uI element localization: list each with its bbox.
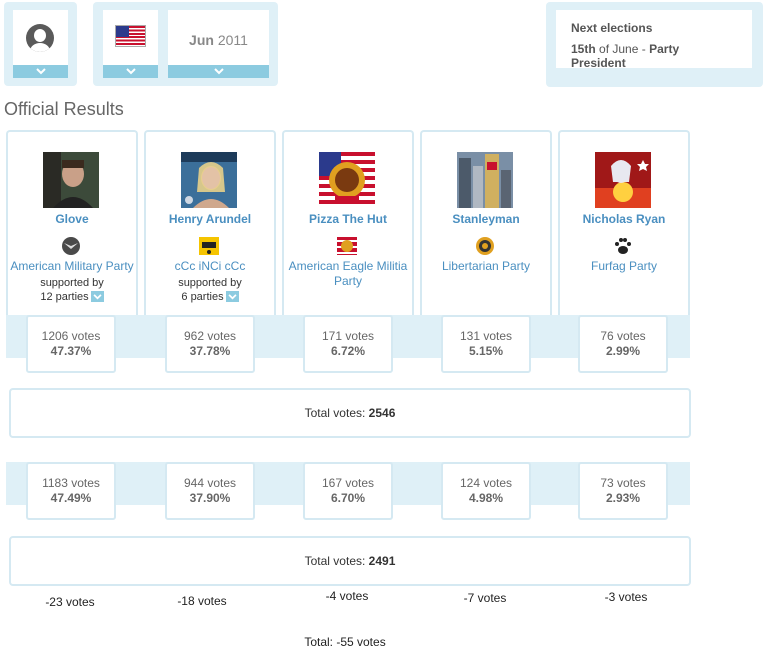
party-logo[interactable] (474, 236, 496, 256)
country-filter[interactable] (103, 10, 158, 78)
second-vote-box: 167 votes 6.70% (303, 462, 393, 520)
country-dropdown-button[interactable] (103, 65, 158, 78)
vote-difference: -23 votes (45, 595, 95, 609)
supported-by: supported by 6 parties (178, 277, 242, 303)
official-vote-box: 76 votes 2.99% (578, 315, 668, 373)
candidate-card: Nicholas Ryan Furfag Party (558, 130, 690, 315)
second-vote-box: 1183 votes 47.49% (26, 462, 116, 520)
candidate-card: Henry Arundel cCc iNCi cCc supported by … (144, 130, 276, 315)
candidate-name[interactable]: Henry Arundel (146, 212, 274, 226)
vote-difference: -4 votes (325, 589, 369, 603)
chevron-down-icon (213, 68, 224, 75)
candidate-photo[interactable] (43, 152, 99, 208)
official-vote-box: 1206 votes 47.37% (26, 315, 116, 373)
vote-difference: -7 votes (463, 591, 507, 605)
paw-icon[interactable] (612, 236, 634, 256)
chevron-down-icon (93, 293, 102, 300)
official-total-votes: Total votes: 2546 (9, 388, 691, 438)
vote-difference: -18 votes (177, 594, 227, 608)
second-vote-box: 73 votes 2.93% (578, 462, 668, 520)
profile-dropdown-button[interactable] (13, 65, 68, 78)
profile-filter[interactable] (13, 10, 68, 78)
second-vote-box: 124 votes 4.98% (441, 462, 531, 520)
candidate-card: Stanleyman Libertarian Party (420, 130, 552, 315)
total-vote-difference: Total: -55 votes (304, 635, 386, 649)
next-elections-title: Next elections (571, 21, 653, 35)
chevron-down-icon (35, 68, 46, 75)
user-avatar-icon (26, 24, 54, 52)
next-elections-detail: 15th of June - Party President (571, 42, 680, 70)
next-elections-info: Next elections 15th of June - Party Pres… (556, 10, 752, 70)
candidate-photo[interactable] (181, 152, 237, 208)
second-vote-box: 944 votes 37.90% (165, 462, 255, 520)
party-logo[interactable] (198, 236, 220, 256)
official-vote-box: 962 votes 37.78% (165, 315, 255, 373)
supported-by: supported by 12 parties (40, 277, 104, 303)
date-filter[interactable]: Jun 2011 (168, 10, 269, 78)
candidate-photo[interactable] (595, 152, 651, 208)
party-name[interactable]: Libertarian Party (422, 259, 550, 274)
party-logo[interactable] (60, 236, 82, 256)
candidate-photo[interactable] (319, 152, 375, 208)
party-name[interactable]: cCc iNCi cCc (146, 259, 274, 274)
party-name[interactable]: American Eagle Militia Party (284, 259, 412, 289)
candidate-name[interactable]: Pizza The Hut (284, 212, 412, 226)
supporters-dropdown-button[interactable] (90, 290, 104, 302)
date-value: Jun 2011 (189, 32, 248, 48)
party-logo[interactable] (336, 236, 358, 256)
candidate-card: Glove American Military Party supported … (6, 130, 138, 315)
candidate-photo[interactable] (457, 152, 513, 208)
candidate-card: Pizza The Hut American Eagle Militia Par… (282, 130, 414, 315)
second-total-votes: Total votes: 2491 (9, 536, 691, 586)
party-name[interactable]: American Military Party (8, 259, 136, 274)
chevron-down-icon (125, 68, 136, 75)
official-vote-box: 131 votes 5.15% (441, 315, 531, 373)
vote-difference: -3 votes (604, 590, 648, 604)
candidate-name[interactable]: Stanleyman (422, 212, 550, 226)
chevron-down-icon (228, 293, 237, 300)
us-flag-icon (115, 25, 146, 47)
candidate-name[interactable]: Nicholas Ryan (560, 212, 688, 226)
party-name[interactable]: Furfag Party (560, 259, 688, 274)
date-dropdown-button[interactable] (168, 65, 269, 78)
candidate-name[interactable]: Glove (8, 212, 136, 226)
official-vote-box: 171 votes 6.72% (303, 315, 393, 373)
section-title: Official Results (4, 99, 124, 119)
supporters-dropdown-button[interactable] (225, 290, 239, 302)
